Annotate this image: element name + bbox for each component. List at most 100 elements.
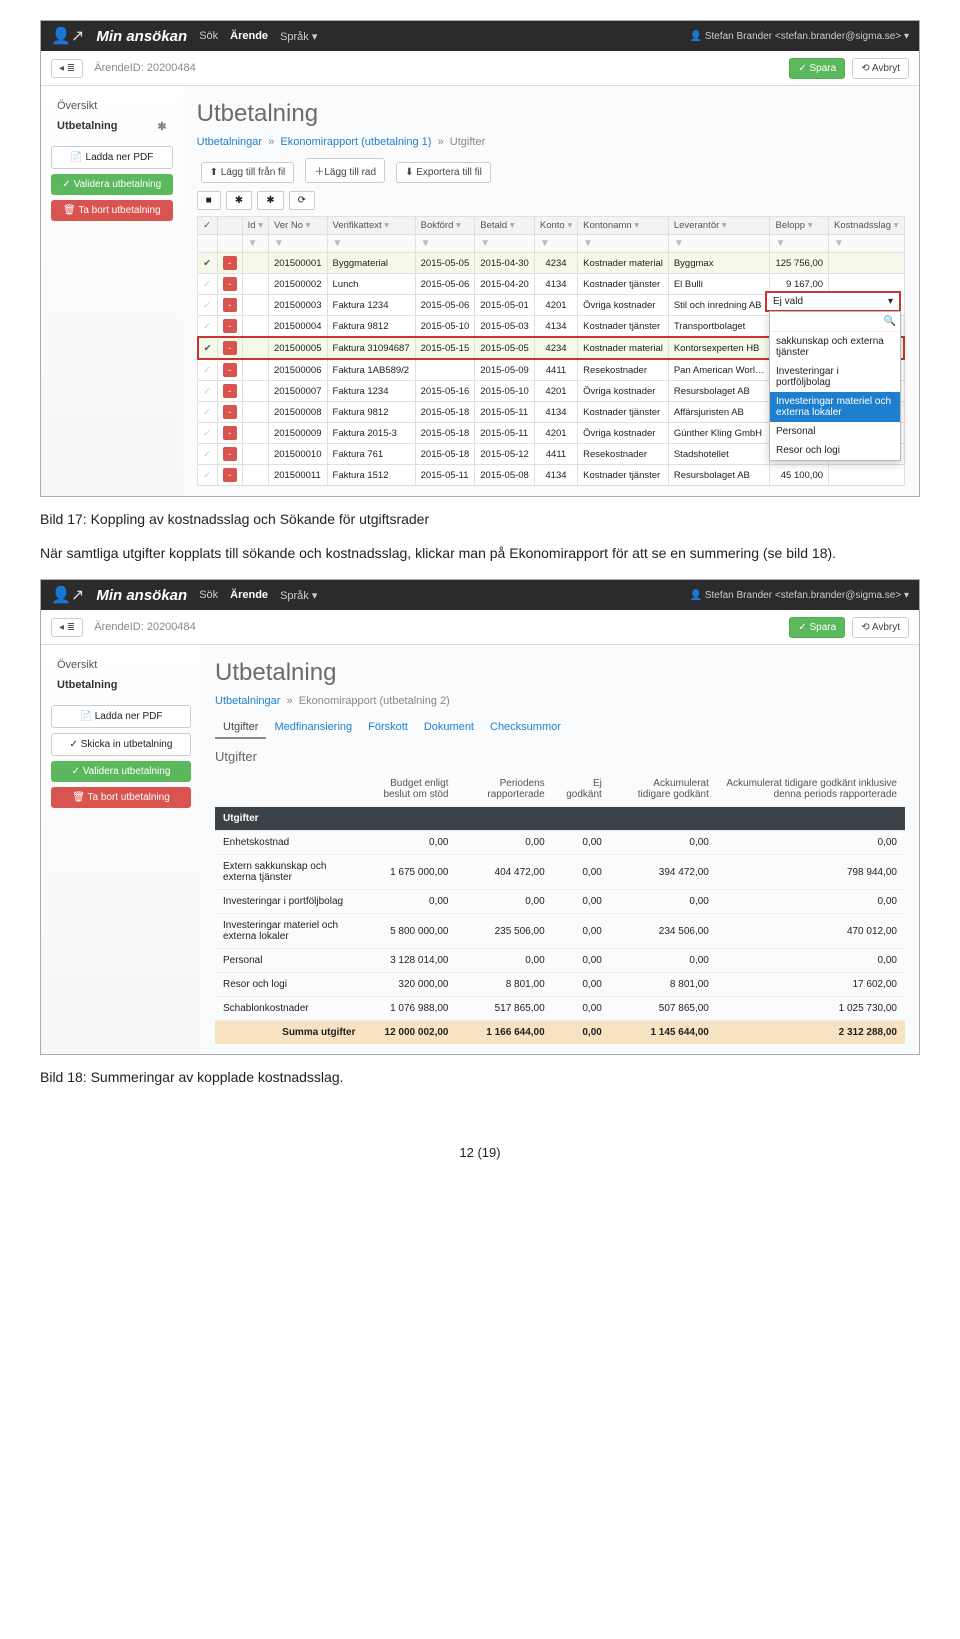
- mini-star-1[interactable]: ✱: [226, 191, 252, 210]
- nav-search[interactable]: Sök: [199, 589, 218, 601]
- col-selector[interactable]: ✓: [198, 217, 217, 235]
- cancel-button[interactable]: ⟲ Avbryt: [852, 617, 909, 638]
- bc-link-1[interactable]: Utbetalningar: [215, 695, 280, 707]
- bc-link-2[interactable]: Ekonomirapport (utbetalning 1): [280, 136, 431, 148]
- table-row[interactable]: ✔-201500001Byggmaterial2015-05-052015-04…: [198, 253, 904, 274]
- add-row-button[interactable]: ＋Lägg till rad: [305, 158, 385, 183]
- delete-row-button[interactable]: -: [223, 468, 237, 482]
- user-chip[interactable]: 👤 Stefan Brander <stefan.brander@sigma.s…: [690, 31, 909, 42]
- user-chip[interactable]: 👤 Stefan Brander <stefan.brander@sigma.s…: [690, 590, 909, 601]
- filter-cell[interactable]: ▼: [534, 235, 577, 253]
- nav-case[interactable]: Ärende: [230, 30, 268, 42]
- export-to-file-button[interactable]: ⬇ Exportera till fil: [396, 162, 491, 183]
- tab-dokument[interactable]: Dokument: [416, 717, 482, 737]
- row-checkbox[interactable]: ✓: [198, 316, 217, 338]
- delete-row-button[interactable]: -: [223, 384, 237, 398]
- download-pdf-button[interactable]: 📄 Ladda ner PDF: [51, 146, 173, 169]
- nav-case[interactable]: Ärende: [230, 589, 268, 601]
- delete-row-button[interactable]: -: [223, 426, 237, 440]
- filter-cell[interactable]: ▼: [268, 235, 327, 253]
- col-verifikattext[interactable]: Verifikattext ▾: [327, 217, 415, 235]
- col-ver-no[interactable]: Ver No ▾: [268, 217, 327, 235]
- col-konto[interactable]: Konto ▾: [534, 217, 577, 235]
- nav-language[interactable]: Språk ▾: [280, 30, 317, 43]
- row-checkbox[interactable]: ✓: [198, 465, 217, 486]
- nav-language[interactable]: Språk ▾: [280, 589, 317, 602]
- col-bokförd[interactable]: Bokförd ▾: [415, 217, 475, 235]
- mini-star-2[interactable]: ✱: [257, 191, 283, 210]
- col-kostnadsslag[interactable]: Kostnadsslag ▾: [829, 217, 904, 235]
- filter-cell[interactable]: ▼: [242, 235, 268, 253]
- dropdown-option[interactable]: Investeringar i portföljbolag: [770, 362, 900, 392]
- filter-cell[interactable]: ▼: [415, 235, 475, 253]
- cancel-button[interactable]: ⟲ Avbryt: [852, 58, 909, 79]
- sidebar-item-overview[interactable]: Översikt: [51, 96, 173, 116]
- remove-payment-button[interactable]: 🗑 Ta bort utbetalning: [51, 200, 173, 221]
- save-button[interactable]: ✓ Spara: [789, 617, 845, 638]
- row-checkbox[interactable]: ✓: [198, 274, 217, 295]
- sidebar-item-payment[interactable]: Utbetalning ✱: [51, 116, 173, 136]
- tab-medfinansiering[interactable]: Medfinansiering: [266, 717, 360, 737]
- mini-refresh[interactable]: ⟳: [289, 191, 315, 210]
- delete-row-button[interactable]: -: [223, 363, 237, 377]
- filter-cell[interactable]: ▼: [668, 235, 770, 253]
- row-checkbox[interactable]: ✔: [198, 253, 217, 274]
- col-leverantör[interactable]: Leverantör ▾: [668, 217, 770, 235]
- filter-cell[interactable]: ▼: [578, 235, 669, 253]
- delete-row-button[interactable]: -: [223, 256, 237, 270]
- tab-förskott[interactable]: Förskott: [360, 717, 416, 737]
- sidebar-toggle-button[interactable]: ◂ ≣: [51, 59, 83, 78]
- filter-cell[interactable]: ▼: [327, 235, 415, 253]
- col-belopp[interactable]: Belopp ▾: [770, 217, 829, 235]
- filter-cell[interactable]: ▼: [829, 235, 904, 253]
- validate-payment-button[interactable]: ✓ Validera utbetalning: [51, 761, 191, 782]
- bc-link-1[interactable]: Utbetalningar: [197, 136, 262, 148]
- delete-row-button[interactable]: -: [223, 405, 237, 419]
- delete-row-button[interactable]: -: [223, 341, 237, 355]
- col-selector[interactable]: [217, 217, 242, 235]
- cell-bet: 2015-05-12: [475, 444, 535, 465]
- mini-select-all[interactable]: ■: [197, 191, 221, 210]
- row-value: 0,00: [553, 831, 610, 855]
- row-checkbox[interactable]: ✓: [198, 359, 217, 381]
- send-payment-button[interactable]: ✓ Skicka in utbetalning: [51, 733, 191, 756]
- tab-utgifter[interactable]: Utgifter: [215, 717, 266, 739]
- save-button[interactable]: ✓ Spara: [789, 58, 845, 79]
- add-from-file-button[interactable]: ⬆ Lägg till från fil: [201, 162, 295, 183]
- row-checkbox[interactable]: ✓: [198, 402, 217, 423]
- row-checkbox[interactable]: ✓: [198, 444, 217, 465]
- delete-row-button[interactable]: -: [223, 277, 237, 291]
- row-checkbox[interactable]: ✔: [198, 337, 217, 359]
- dropdown-search[interactable]: 🔍: [770, 312, 900, 332]
- nav-search[interactable]: Sök: [199, 30, 218, 42]
- dropdown-option[interactable]: sakkunskap och externa tjänster: [770, 332, 900, 362]
- remove-payment-button[interactable]: 🗑 Ta bort utbetalning: [51, 787, 191, 808]
- row-checkbox[interactable]: ✓: [198, 295, 217, 316]
- delete-row-button[interactable]: -: [223, 447, 237, 461]
- download-pdf-button[interactable]: 📄 Ladda ner PDF: [51, 705, 191, 728]
- row-checkbox[interactable]: ✓: [198, 423, 217, 444]
- row-checkbox[interactable]: ✓: [198, 381, 217, 402]
- dropdown-option[interactable]: Personal: [770, 422, 900, 441]
- table-row[interactable]: ✓-201500011Faktura 15122015-05-112015-05…: [198, 465, 904, 486]
- col-betald[interactable]: Betald ▾: [475, 217, 535, 235]
- case-id-label: ÄrendeID: 20200484: [94, 621, 196, 633]
- col-id[interactable]: Id ▾: [242, 217, 268, 235]
- col-kontonamn[interactable]: Kontonamn ▾: [578, 217, 669, 235]
- row-value: 470 012,00: [717, 914, 905, 949]
- tab-checksummor[interactable]: Checksummor: [482, 717, 569, 737]
- gear-icon[interactable]: ✱: [157, 120, 166, 133]
- delete-row-button[interactable]: -: [223, 319, 237, 333]
- sidebar-toggle-button[interactable]: ◂ ≣: [51, 618, 83, 637]
- validate-payment-button[interactable]: ✓ Validera utbetalning: [51, 174, 173, 195]
- kostnadsslag-select-head[interactable]: Ej vald ▾: [765, 291, 901, 312]
- kostnadsslag-dropdown[interactable]: 🔍 sakkunskap och externa tjänsterInveste…: [769, 311, 901, 461]
- delete-row-button[interactable]: -: [223, 298, 237, 312]
- filter-cell[interactable]: ▼: [770, 235, 829, 253]
- sidebar-item-overview[interactable]: Översikt: [51, 655, 191, 675]
- dropdown-option[interactable]: Investeringar materiel och externa lokal…: [770, 392, 900, 422]
- cell-id: [242, 423, 268, 444]
- filter-cell[interactable]: ▼: [475, 235, 535, 253]
- sidebar-item-payment[interactable]: Utbetalning: [51, 675, 191, 695]
- dropdown-option[interactable]: Resor och logi: [770, 441, 900, 460]
